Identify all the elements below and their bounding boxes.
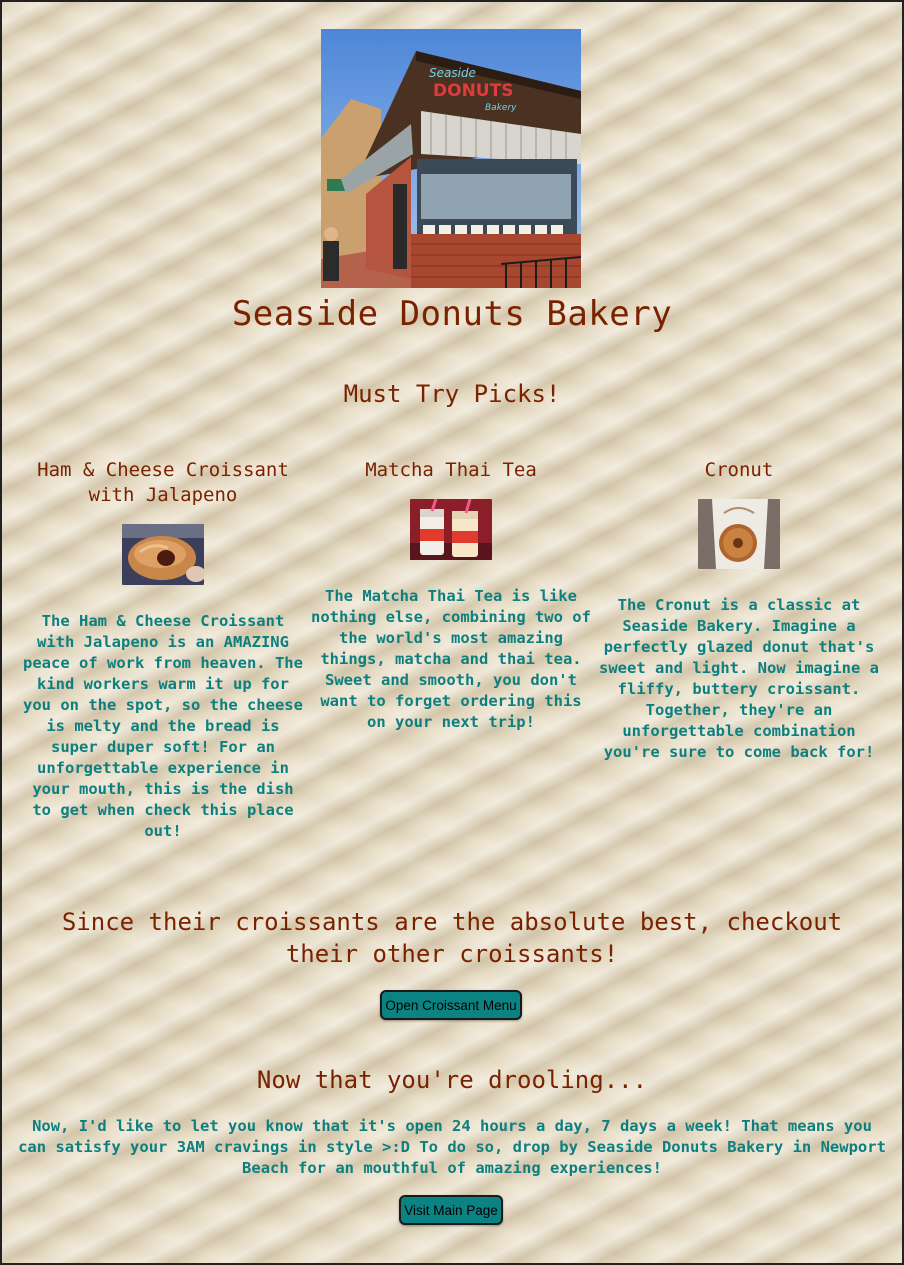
cronut-photo xyxy=(698,499,780,569)
pick-card-croissant: Ham & Cheese Croissant with Jalapeno The… xyxy=(23,458,303,842)
croissants-heading: Since their croissants are the absolute … xyxy=(61,908,843,968)
sign-text-2: DONUTS xyxy=(433,81,513,101)
page: Seaside DONUTS Bakery Seaside Donuts Bak… xyxy=(0,0,904,1265)
drooling-heading: Now that you're drooling... xyxy=(256,1066,648,1094)
croissant-photo xyxy=(122,524,204,585)
pick-title: Matcha Thai Tea xyxy=(365,459,537,481)
pick-description: The Cronut is a classic at Seaside Baker… xyxy=(599,596,879,761)
hours-text: Now, I'd like to let you know that it's … xyxy=(18,1117,886,1177)
pick-description: The Ham & Cheese Croissant with Jalapeno… xyxy=(23,612,303,840)
pick-card-cronut: Cronut The Cronut is a classic at Seasid… xyxy=(599,458,879,763)
sign-text-3: Bakery xyxy=(485,103,517,113)
page-title: Seaside Donuts Bakery xyxy=(231,294,673,334)
pick-title: Ham & Cheese Croissant with Jalapeno xyxy=(37,459,289,506)
visit-main-page-button[interactable]: Visit Main Page xyxy=(399,1195,503,1225)
pick-title: Cronut xyxy=(704,459,774,481)
pick-card-matcha-thai-tea: Matcha Thai Tea The Matcha Thai Tea is l… xyxy=(311,458,591,733)
pick-description: The Matcha Thai Tea is like nothing else… xyxy=(311,587,591,731)
picks-heading: Must Try Picks! xyxy=(343,380,561,408)
tea-cups-photo xyxy=(410,499,492,560)
open-croissant-menu-button[interactable]: Open Croissant Menu xyxy=(380,990,522,1020)
storefront-photo: Seaside DONUTS Bakery xyxy=(321,29,581,288)
sign-text-1: Seaside xyxy=(429,66,476,80)
